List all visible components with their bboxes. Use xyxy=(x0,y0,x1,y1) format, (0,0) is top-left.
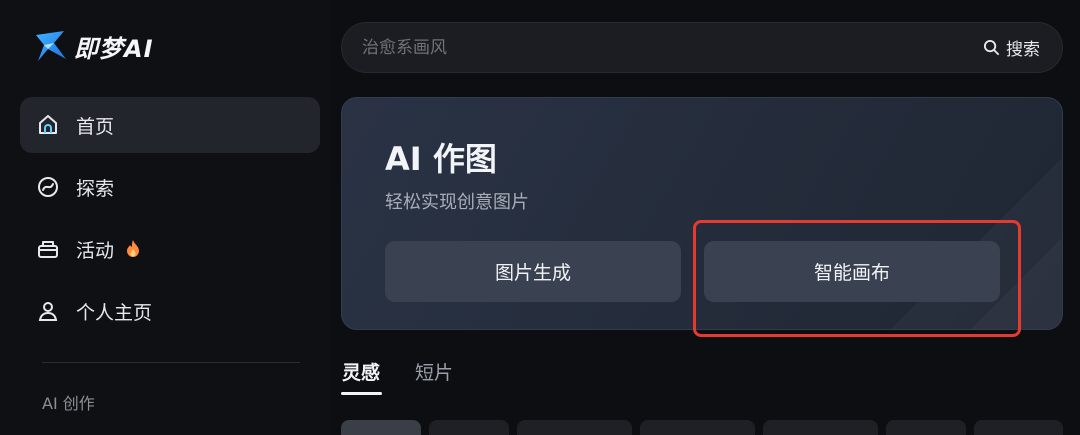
section-label: AI 创作 xyxy=(42,394,95,413)
logo-icon xyxy=(36,31,66,61)
image-generate-button[interactable]: 图片生成 xyxy=(385,241,681,302)
filter-chip[interactable] xyxy=(763,420,878,435)
sidebar-item-label: 个人主页 xyxy=(76,301,153,324)
card-subtitle: 轻松实现创意图片 xyxy=(385,192,529,213)
filter-chip[interactable] xyxy=(974,420,1063,435)
sidebar: 即梦AI 首页 探索 活动 个人主页 AI 创作 xyxy=(0,0,330,435)
logo[interactable]: 即梦AI xyxy=(34,26,154,66)
sidebar-item-activity[interactable]: 活动 xyxy=(20,221,320,277)
page: 即梦AI 首页 探索 活动 个人主页 AI 创作 治愈系画风 搜索 AI 作图 … xyxy=(0,0,1080,435)
sidebar-item-profile[interactable]: 个人主页 xyxy=(20,283,320,339)
sidebar-item-label: 首页 xyxy=(76,115,115,138)
filter-chip[interactable] xyxy=(640,420,755,435)
filter-chip[interactable] xyxy=(429,420,509,435)
filter-chip[interactable] xyxy=(517,420,632,435)
sidebar-divider xyxy=(42,362,300,363)
user-icon xyxy=(36,299,60,323)
tab-underline xyxy=(341,392,382,395)
explore-icon xyxy=(36,175,60,199)
fire-icon xyxy=(127,240,140,257)
filter-chip[interactable] xyxy=(341,420,421,435)
ai-drawing-card: AI 作图 轻松实现创意图片 图片生成 智能画布 xyxy=(341,97,1063,330)
home-icon xyxy=(36,113,60,137)
tab-inspiration[interactable]: 灵感 xyxy=(342,358,380,385)
search-button[interactable]: 搜索 xyxy=(983,35,1062,60)
search-icon xyxy=(983,39,1000,56)
search-button-label: 搜索 xyxy=(1006,40,1040,60)
card-title: AI 作图 xyxy=(385,140,497,178)
logo-text: 即梦AI xyxy=(74,34,154,63)
smart-canvas-button[interactable]: 智能画布 xyxy=(704,241,1000,302)
activity-icon xyxy=(36,237,60,261)
sidebar-item-home[interactable]: 首页 xyxy=(20,97,320,153)
sidebar-item-label: 活动 xyxy=(76,239,115,262)
filter-chip[interactable] xyxy=(886,420,966,435)
search-bar: 搜索 xyxy=(341,22,1063,73)
tab-short-film[interactable]: 短片 xyxy=(415,358,453,385)
sidebar-item-explore[interactable]: 探索 xyxy=(20,159,320,215)
search-input[interactable] xyxy=(342,36,983,59)
sidebar-item-label: 探索 xyxy=(76,177,115,200)
